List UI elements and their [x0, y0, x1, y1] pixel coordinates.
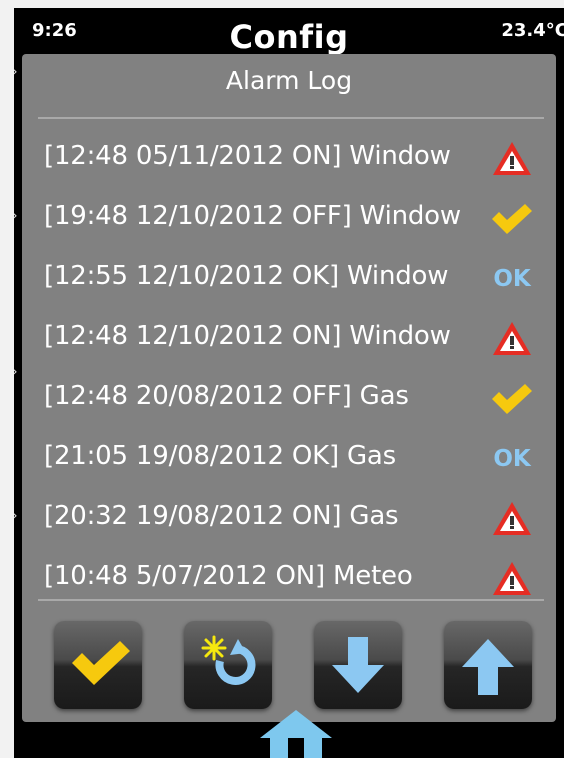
log-entry[interactable]: [21:05 19/08/2012 OK] Gas OK — [22, 431, 556, 491]
log-entry-text: [21:05 19/08/2012 OK] Gas — [44, 441, 397, 471]
status-bar: 9:26 Config 23.4°C — [14, 8, 564, 56]
log-entry-text: [10:48 5/07/2012 ON] Meteo — [44, 561, 413, 591]
log-entry[interactable]: [20:32 19/08/2012 ON] Gas — [22, 491, 556, 551]
log-entry[interactable]: [10:48 5/07/2012 ON] Meteo — [22, 551, 556, 611]
log-entry[interactable]: [12:48 20/08/2012 OFF] Gas — [22, 371, 556, 431]
warning-triangle-icon — [490, 137, 534, 181]
ok-text-icon: OK — [490, 257, 534, 301]
dialog-title: Alarm Log — [225, 66, 353, 95]
log-entry-text: [12:48 05/11/2012 ON] Window — [44, 141, 451, 171]
scroll-up-button[interactable] — [444, 621, 532, 709]
log-entry-text: [20:32 19/08/2012 ON] Gas — [44, 501, 399, 531]
checkmark-icon — [490, 377, 534, 421]
edge-arrow-icon: › — [14, 508, 18, 524]
checkmark-icon — [490, 197, 534, 241]
edge-arrow-icon: › — [14, 64, 18, 80]
alarm-log-dialog: Alarm Log [12:48 05/11/2012 ON] Window [1… — [22, 54, 556, 722]
log-entry-text: [12:48 12/10/2012 ON] Window — [44, 321, 451, 351]
alarm-log-list: [12:48 05/11/2012 ON] Window [19:48 12/10… — [22, 131, 556, 611]
divider — [38, 117, 544, 119]
log-entry[interactable]: [19:48 12/10/2012 OFF] Window — [22, 191, 556, 251]
edge-arrow-icon: › — [14, 364, 18, 380]
log-entry[interactable]: [12:48 12/10/2012 ON] Window — [22, 311, 556, 371]
temperature-readout: 23.4°C — [501, 20, 564, 41]
log-entry[interactable]: [12:55 12/10/2012 OK] Window OK — [22, 251, 556, 311]
warning-triangle-icon — [490, 557, 534, 601]
home-icon[interactable] — [258, 708, 334, 758]
log-entry-text: [19:48 12/10/2012 OFF] Window — [44, 201, 461, 231]
toolbar — [22, 617, 556, 717]
arrow-down-icon — [332, 637, 384, 693]
arrow-up-icon — [462, 639, 514, 695]
device-screen: 9:26 Config 23.4°C › › › › Alarm Log [12… — [14, 8, 564, 758]
confirm-button[interactable] — [54, 621, 142, 709]
ok-label: OK — [493, 446, 531, 472]
warning-triangle-icon — [490, 497, 534, 541]
ok-label: OK — [493, 266, 531, 292]
log-entry-text: [12:48 20/08/2012 OFF] Gas — [44, 381, 409, 411]
divider — [38, 599, 544, 601]
scroll-down-button[interactable] — [314, 621, 402, 709]
edge-arrow-icon: › — [14, 208, 18, 224]
log-entry[interactable]: [12:48 05/11/2012 ON] Window — [22, 131, 556, 191]
page-title: Config — [229, 18, 349, 56]
refresh-button[interactable] — [184, 621, 272, 709]
ok-text-icon: OK — [490, 437, 534, 481]
refresh-icon — [201, 635, 256, 685]
warning-triangle-icon — [490, 317, 534, 361]
log-entry-text: [12:55 12/10/2012 OK] Window — [44, 261, 449, 291]
checkmark-icon — [72, 641, 130, 685]
